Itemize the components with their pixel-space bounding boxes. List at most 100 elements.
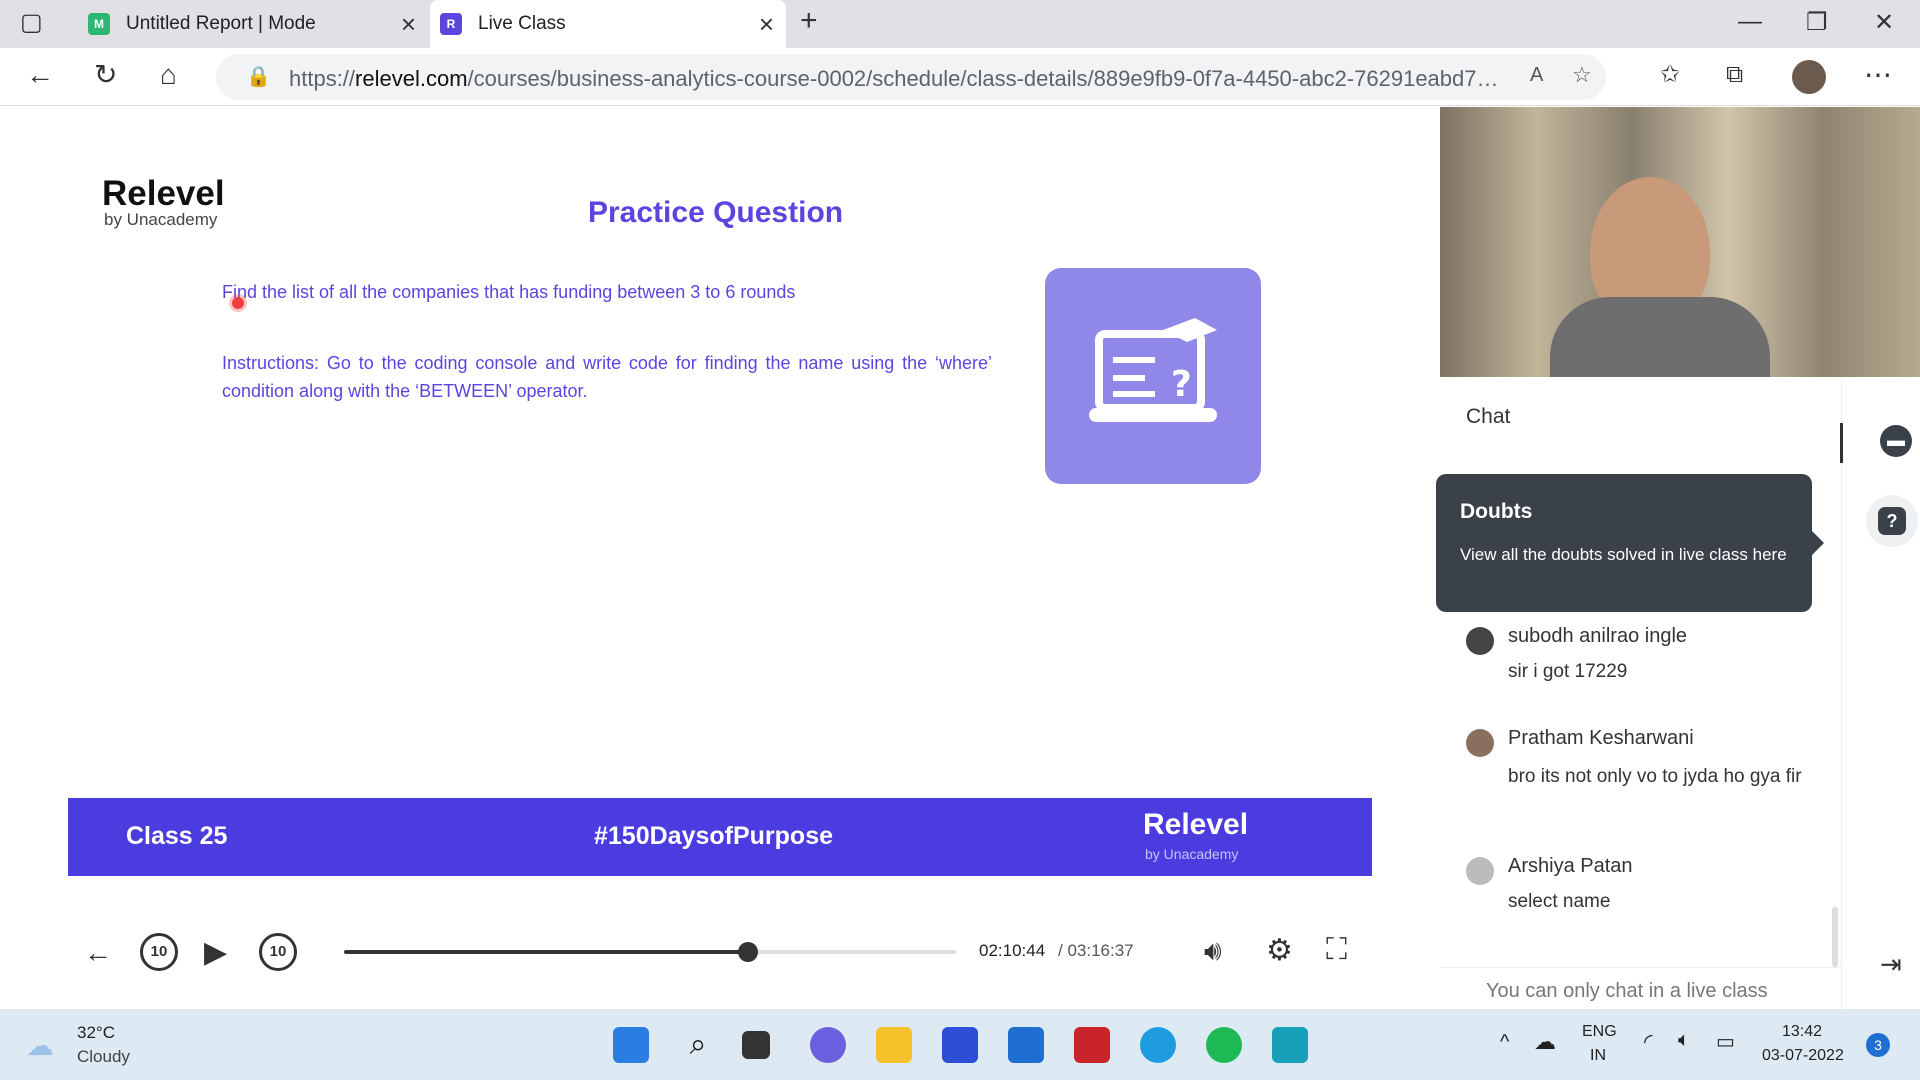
chat-panel: Chat Doubts View all the doubts solved i… (1436, 377, 1843, 1009)
refresh-icon[interactable]: ↻ (94, 60, 117, 90)
avatar (1466, 857, 1494, 885)
tab-title: Live Class (478, 13, 566, 34)
onedrive-icon[interactable]: ☁ (1534, 1029, 1556, 1055)
cloud-icon: ☁ (26, 1030, 54, 1061)
edge-icon[interactable] (1140, 1027, 1176, 1063)
teams-chat-icon[interactable] (810, 1027, 846, 1063)
chevron-up-icon[interactable]: ^ (1500, 1031, 1509, 1054)
restore-icon[interactable]: ❐ (1806, 8, 1828, 37)
laptop-question-icon: ? (1045, 268, 1261, 484)
tab-mode-report[interactable]: M Untitled Report | Mode × (78, 0, 428, 48)
slide-title: Practice Question (588, 196, 844, 229)
message-text: sir i got 17229 (1508, 661, 1628, 682)
current-time: 02:10:44 (979, 941, 1046, 960)
address-bar-row: ← ↻ ⌂ 🔒 https://relevel.com/courses/busi… (0, 48, 1920, 106)
mcafee-icon[interactable] (1074, 1027, 1110, 1063)
chat-input[interactable]: You can only chat in a live class (1440, 967, 1842, 1009)
home-icon[interactable]: ⌂ (160, 60, 177, 90)
forward-10-button[interactable]: 10 (259, 933, 297, 971)
fullscreen-icon[interactable]: ⛶ (1326, 933, 1347, 967)
add-favorite-icon[interactable]: ☆ (1572, 62, 1592, 88)
volume-tray-icon[interactable]: 🔈︎ (1678, 1029, 1690, 1052)
weather-temp[interactable]: 32°C (77, 1023, 115, 1043)
favorites-icon[interactable]: ✩ (1660, 60, 1680, 90)
slide-logo: Relevel (102, 174, 225, 213)
lang-region[interactable]: IN (1590, 1047, 1606, 1065)
tab-strip: ▢ M Untitled Report | Mode × R Live Clas… (0, 0, 1920, 48)
slide: Relevel by Unacademy Practice Question F… (68, 144, 1372, 876)
tooltip-arrow (1812, 531, 1824, 555)
hashtag: #150DaysofPurpose (594, 822, 834, 850)
message-text: bro its not only vo to jyda ho gya fir (1508, 766, 1802, 787)
video-area: Relevel by Unacademy Practice Question F… (0, 107, 1440, 1009)
new-tab-icon[interactable]: + (800, 4, 818, 38)
clock-time[interactable]: 13:42 (1782, 1023, 1822, 1041)
footer-logo-sub: by Unacademy (1145, 846, 1239, 862)
play-icon[interactable]: ▶ (204, 935, 227, 970)
mode-favicon-icon: M (88, 13, 110, 35)
lang-code[interactable]: ENG (1582, 1023, 1617, 1041)
doubts-tooltip: Doubts View all the doubts solved in liv… (1436, 474, 1824, 612)
back-icon[interactable]: ← (26, 60, 54, 90)
back-arrow-icon[interactable]: ← (84, 937, 112, 969)
player-controls: ← 10 ▶ 10 02:10:44 / 03:16:37 🔊︎ ⚙ ⛶ (0, 917, 1440, 997)
file-explorer-icon[interactable] (876, 1027, 912, 1063)
instructor-shirt (1550, 297, 1770, 377)
avatar (1466, 627, 1494, 655)
tab-actions-icon[interactable]: ▢ (20, 8, 43, 38)
tab-live-class[interactable]: R Live Class × (430, 0, 786, 48)
active-indicator (1840, 423, 1843, 463)
volume-icon[interactable]: 🔊︎ (1204, 935, 1222, 968)
chat-input-placeholder: You can only chat in a live class (1486, 980, 1768, 1002)
tab-title: Untitled Report | Mode (126, 13, 316, 34)
lock-icon[interactable]: 🔒 (246, 64, 271, 89)
svg-text:?: ? (1171, 364, 1192, 405)
class-number: Class 25 (126, 822, 228, 850)
weather-desc[interactable]: Cloudy (77, 1047, 130, 1067)
close-tab-icon[interactable]: × (401, 10, 416, 38)
read-aloud-icon[interactable]: A (1530, 64, 1543, 87)
message-author: Arshiya Patan (1508, 855, 1633, 877)
instructions-text: Instructions: Go to the coding console a… (222, 353, 992, 401)
side-panel: Chat Doubts View all the doubts solved i… (1436, 107, 1920, 1009)
app-icon[interactable] (942, 1027, 978, 1063)
battery-icon[interactable]: ▭ (1716, 1029, 1735, 1054)
close-window-icon[interactable]: ✕ (1874, 8, 1894, 37)
rewind-10-button[interactable]: 10 (140, 933, 178, 971)
chat-bubble-icon[interactable]: ▬ (1880, 425, 1912, 457)
footer-logo: Relevel (1143, 808, 1249, 841)
url-text[interactable]: https://relevel.com/courses/business-ana… (289, 66, 1509, 92)
spotify-icon[interactable] (1206, 1027, 1242, 1063)
seek-bar[interactable] (344, 942, 956, 962)
question-icon: ? (1878, 507, 1906, 535)
clock-date[interactable]: 03-07-2022 (1762, 1047, 1844, 1065)
profile-avatar[interactable] (1792, 60, 1826, 94)
app-active-icon[interactable] (1272, 1027, 1308, 1063)
seek-thumb[interactable] (737, 942, 758, 962)
seek-progress (344, 950, 748, 954)
tooltip-body: View all the doubts solved in live class… (1460, 545, 1787, 564)
store-icon[interactable] (1008, 1027, 1044, 1063)
notification-badge[interactable]: 3 (1866, 1033, 1890, 1057)
avatar (1466, 729, 1494, 757)
start-icon[interactable] (613, 1027, 649, 1063)
url-field[interactable]: 🔒 https://relevel.com/courses/business-a… (216, 54, 1606, 100)
doubts-button[interactable]: ? (1866, 495, 1918, 547)
chat-scrollbar[interactable] (1832, 907, 1838, 967)
tooltip-title: Doubts (1460, 500, 1533, 523)
task-view-icon[interactable] (742, 1031, 770, 1059)
collections-icon[interactable]: ⧉ (1726, 60, 1743, 90)
exit-icon[interactable]: ⇥ (1880, 949, 1902, 980)
wifi-icon[interactable]: ◜ (1644, 1029, 1653, 1055)
taskbar: ☁ 32°C Cloudy ⌕ ^ ☁ ENG IN ◜ 🔈︎ ▭ 13:42 … (0, 1009, 1920, 1080)
minimize-icon[interactable]: — (1738, 8, 1762, 36)
settings-icon[interactable]: ⚙ (1266, 933, 1293, 968)
slide-footer: Class 25 #150DaysofPurpose Relevel by Un… (68, 798, 1372, 876)
message-text: select name (1508, 891, 1611, 912)
instructor-video (1440, 107, 1920, 377)
message-author: Pratham Kesharwani (1508, 727, 1694, 749)
chat-title: Chat (1466, 405, 1511, 428)
search-icon[interactable]: ⌕ (680, 1027, 716, 1063)
more-options-icon[interactable]: ⋯ (1864, 60, 1892, 90)
close-tab-icon[interactable]: × (759, 10, 774, 38)
